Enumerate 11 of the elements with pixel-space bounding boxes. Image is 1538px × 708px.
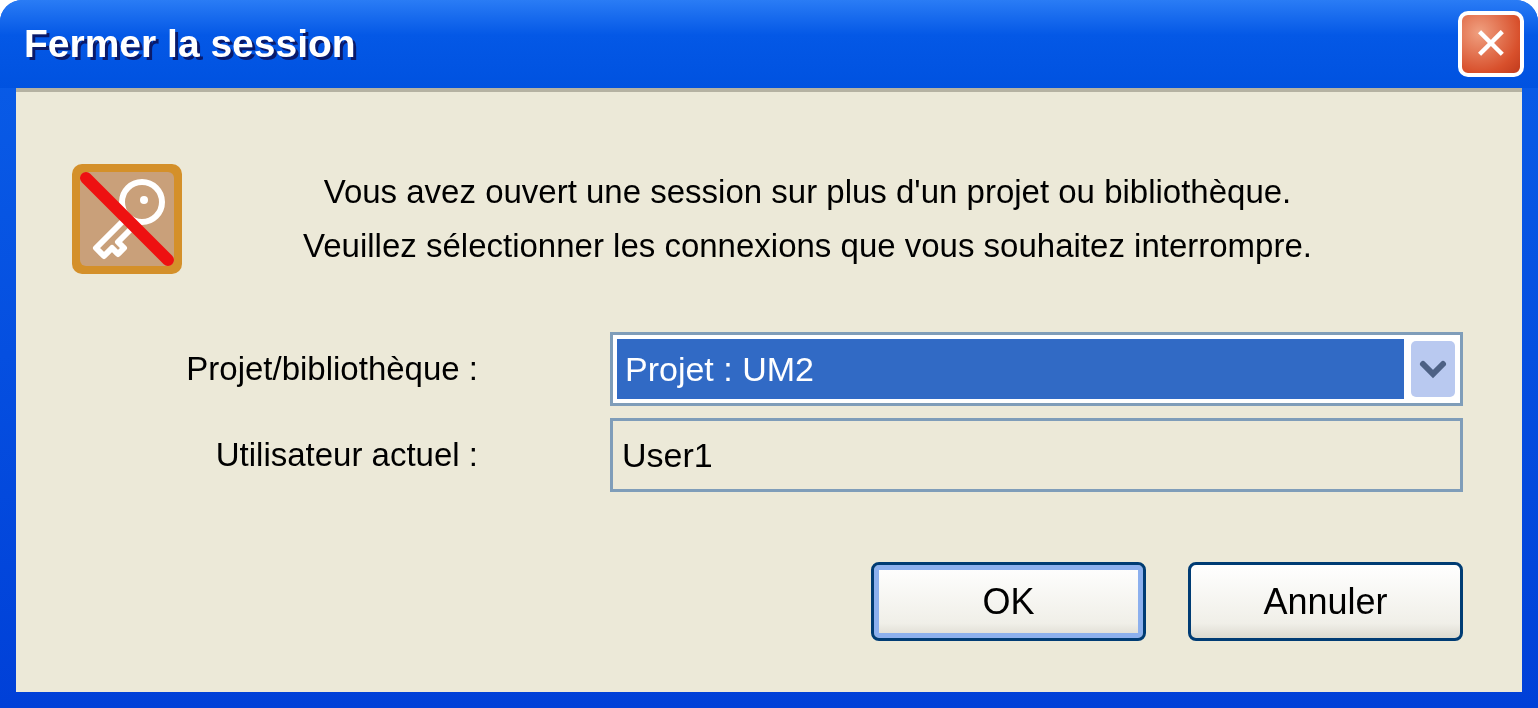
field-label: Utilisateur actuel : <box>214 436 478 474</box>
chevron-down-icon[interactable] <box>1410 340 1456 398</box>
dialog-button[interactable]: OK <box>871 562 1146 641</box>
crossed-key-icon <box>70 162 184 276</box>
message-text: Vous avez ouvert une session sur plus d'un projet ou bibliothèque. <box>323 173 1292 211</box>
message-text: Veuillez sélectionner les connexions que vous souhaitez interrompre. <box>303 227 1312 265</box>
window-title: Fermer la session <box>24 22 356 66</box>
project-dropdown[interactable]: Projet : UM2 <box>610 332 1463 406</box>
field-label: Projet/bibliothèque : <box>185 350 478 388</box>
user-field: User1 <box>610 418 1463 492</box>
dialog-button[interactable]: Annuler <box>1188 562 1463 641</box>
